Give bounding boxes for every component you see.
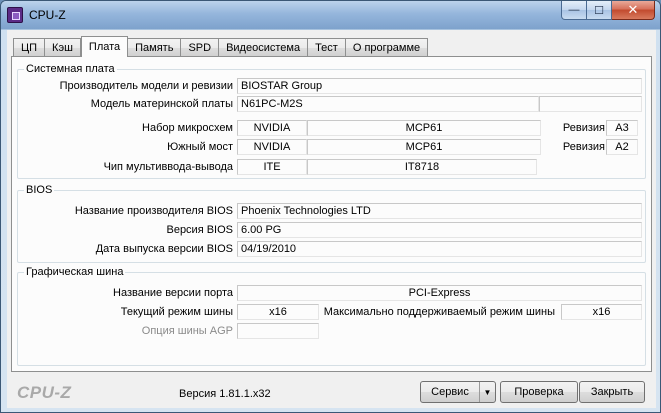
minimize-icon: — <box>568 4 580 16</box>
tools-button-label: Сервис <box>431 386 469 398</box>
chipset-label: Набор микросхем <box>142 122 233 134</box>
cpu-z-window: CPU-Z — ☐ ✕ ЦП Кэш Плата Память SPD Виде… <box>0 0 661 413</box>
tab-spd[interactable]: SPD <box>181 38 220 57</box>
tab-about[interactable]: О программе <box>345 38 429 57</box>
southbridge-label: Южный мост <box>167 141 233 153</box>
close-button[interactable]: Закрыть <box>579 381 645 403</box>
southbridge-revision-label: Ревизия <box>562 141 605 153</box>
maximize-button[interactable]: ☐ <box>587 1 612 20</box>
link-width-label: Текущий режим шины <box>120 306 233 318</box>
close-icon: ✕ <box>627 2 639 17</box>
model-extra-value <box>539 96 642 112</box>
chipset-revision-value: A3 <box>606 120 638 136</box>
sideband-label: Опция шины AGP <box>141 325 233 337</box>
minimize-button[interactable]: — <box>561 1 587 20</box>
chipset-model-value: MCP61 <box>307 120 541 136</box>
tab-memory[interactable]: Память <box>128 38 182 57</box>
bios-group: BIOS Название производителя BIOS Phoenix… <box>17 184 646 263</box>
manufacturer-label: Производитель модели и ревизии <box>59 80 233 92</box>
bios-version-label: Версия BIOS <box>166 224 233 236</box>
mainboard-panel: Системная плата Производитель модели и р… <box>11 56 652 372</box>
title-bar[interactable]: CPU-Z — ☐ ✕ <box>1 1 660 29</box>
bios-brand-label: Название производителя BIOS <box>74 205 233 217</box>
southbridge-model-value: MCP61 <box>307 139 541 155</box>
window-title: CPU-Z <box>29 8 66 22</box>
sideband-value <box>237 323 319 339</box>
graphic-version-label: Название версии порта <box>113 287 233 299</box>
lpcio-label: Чип мультиввода-вывода <box>103 161 233 173</box>
close-window-button[interactable]: ✕ <box>612 1 655 20</box>
model-value: N61PC-M2S <box>237 96 539 112</box>
link-width-value: x16 <box>237 304 319 320</box>
manufacturer-value: BIOSTAR Group <box>237 78 642 94</box>
bios-date-label: Дата выпуска версии BIOS <box>95 243 233 255</box>
lpcio-model-value: IT8718 <box>307 159 537 175</box>
maximize-icon: ☐ <box>594 4 604 17</box>
lpcio-vendor-value: ITE <box>237 159 307 175</box>
tab-caches[interactable]: Кэш <box>45 38 81 57</box>
tab-strip: ЦП Кэш Плата Память SPD Видеосистема Тес… <box>13 36 429 57</box>
max-supported-label: Максимально поддерживаемый режим шины <box>323 306 555 318</box>
chipset-revision-label: Ревизия <box>562 122 605 134</box>
bios-version-value: 6.00 PG <box>237 222 642 238</box>
dropdown-arrow-icon[interactable]: ▼ <box>479 382 495 402</box>
tab-graphics[interactable]: Видеосистема <box>219 38 309 57</box>
version-text: Версия 1.81.1.x32 <box>179 388 271 400</box>
southbridge-vendor-value: NVIDIA <box>237 139 307 155</box>
chipset-vendor-value: NVIDIA <box>237 120 307 136</box>
window-controls: — ☐ ✕ <box>561 1 655 21</box>
graphic-version-value: PCI-Express <box>237 285 642 301</box>
bios-brand-value: Phoenix Technologies LTD <box>237 203 642 219</box>
cpu-z-app-icon[interactable] <box>7 7 23 23</box>
graphic-interface-group: Графическая шина Название версии порта P… <box>17 266 646 366</box>
validate-button[interactable]: Проверка <box>500 381 578 403</box>
client-area: ЦП Кэш Плата Память SPD Видеосистема Тес… <box>7 30 656 408</box>
southbridge-revision-value: A2 <box>606 139 638 155</box>
motherboard-group: Системная плата Производитель модели и р… <box>17 63 646 179</box>
max-supported-value: x16 <box>561 304 642 320</box>
bios-date-value: 04/19/2010 <box>237 241 642 257</box>
tab-mainboard[interactable]: Плата <box>80 36 129 57</box>
model-label: Модель материнской платы <box>90 98 233 110</box>
cpu-z-logo: CPU-Z <box>17 383 72 402</box>
tab-bench[interactable]: Тест <box>308 38 346 57</box>
tab-cpu[interactable]: ЦП <box>13 38 46 57</box>
motherboard-group-title: Системная плата <box>24 63 117 76</box>
bios-group-title: BIOS <box>24 184 55 197</box>
graphic-interface-group-title: Графическая шина <box>24 266 126 279</box>
tools-button[interactable]: Сервис ▼ <box>420 381 496 403</box>
